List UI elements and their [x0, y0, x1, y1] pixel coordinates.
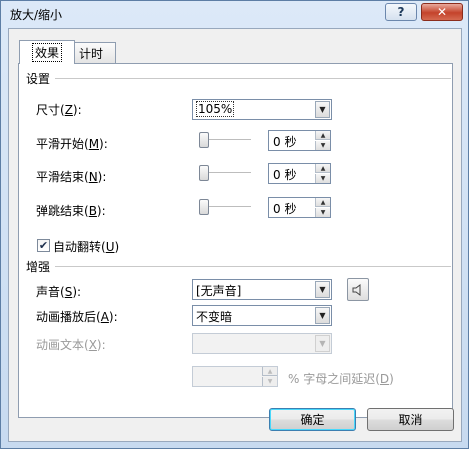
size-value: 105% — [196, 101, 235, 117]
tab-timing-label: 计时 — [79, 47, 104, 61]
after-animation-combo[interactable]: 不变暗 ▼ — [192, 305, 332, 326]
spin-up-icon[interactable]: ▲ — [315, 131, 330, 140]
slider-thumb[interactable] — [199, 132, 209, 148]
ok-button[interactable]: 确定 — [269, 408, 356, 431]
slider-thumb[interactable] — [199, 199, 209, 215]
spin-down-icon[interactable]: ▼ — [262, 377, 277, 386]
smooth-start-spinner[interactable]: 0 秒 ▲ ▼ — [268, 130, 331, 151]
dialog-client-area: 效果 计时 设置 尺寸(Z): 105% ▼ 平滑开始(M): 0 秒 ▲ ▼ … — [8, 28, 462, 442]
chevron-down-icon[interactable]: ▼ — [315, 335, 330, 352]
sound-combo[interactable]: [无声音] ▼ — [192, 279, 332, 300]
after-animation-value: 不变暗 — [196, 310, 233, 324]
help-button[interactable]: ? — [385, 3, 417, 21]
spin-up-icon[interactable]: ▲ — [315, 198, 330, 207]
animate-text-combo[interactable]: ▼ — [192, 333, 332, 354]
title-bar[interactable]: 放大/缩小 ? ✕ — [1, 1, 468, 27]
after-animation-label: 动画播放后(A): — [36, 310, 118, 324]
chevron-down-icon[interactable]: ▼ — [315, 101, 330, 118]
speaker-icon — [352, 283, 361, 296]
letter-delay-label: % 字母之间延迟(D) — [288, 372, 394, 386]
bounce-end-value: 0 秒 — [273, 202, 297, 216]
smooth-start-slider[interactable] — [199, 130, 251, 150]
sound-value: [无声音] — [196, 284, 242, 298]
spin-up-icon[interactable]: ▲ — [262, 367, 277, 376]
bounce-end-spinner[interactable]: 0 秒 ▲ ▼ — [268, 197, 331, 218]
cancel-button[interactable]: 取消 — [367, 408, 454, 431]
sound-label: 声音(S): — [36, 285, 82, 299]
smooth-start-label: 平滑开始(M): — [36, 137, 108, 151]
bounce-end-slider[interactable] — [199, 197, 251, 217]
auto-reverse-label[interactable]: 自动翻转(U) — [53, 238, 119, 255]
smooth-end-value: 0 秒 — [273, 168, 297, 182]
spin-up-icon[interactable]: ▲ — [315, 164, 330, 173]
smooth-end-label: 平滑结束(N): — [36, 170, 107, 184]
checkmark-icon: ✔ — [38, 239, 49, 252]
smooth-start-value: 0 秒 — [273, 135, 297, 149]
enhancements-group-label: 增强 — [26, 260, 51, 274]
tab-page-effect: 设置 尺寸(Z): 105% ▼ 平滑开始(M): 0 秒 ▲ ▼ 平滑结束(N… — [18, 63, 453, 418]
chevron-down-icon[interactable]: ▼ — [315, 307, 330, 324]
sound-volume-button[interactable] — [347, 278, 369, 301]
smooth-end-spinner[interactable]: 0 秒 ▲ ▼ — [268, 163, 331, 184]
chevron-down-icon[interactable]: ▼ — [315, 281, 330, 298]
spin-down-icon[interactable]: ▼ — [315, 174, 330, 183]
spin-down-icon[interactable]: ▼ — [315, 208, 330, 217]
smooth-end-slider[interactable] — [199, 163, 251, 183]
tab-effect[interactable]: 效果 — [19, 40, 76, 64]
slider-thumb[interactable] — [199, 165, 209, 181]
letter-delay-spinner[interactable]: ▲ ▼ — [192, 366, 278, 387]
settings-group-label: 设置 — [26, 72, 51, 86]
size-combo[interactable]: 105% ▼ — [192, 99, 332, 120]
dialog-window: 放大/缩小 ? ✕ 效果 计时 设置 尺寸(Z): 105% ▼ 平滑开始(M)… — [0, 0, 469, 449]
bounce-end-label: 弹跳结束(B): — [36, 204, 106, 218]
enhancements-group-divider — [55, 266, 451, 267]
tab-effect-label: 效果 — [32, 43, 63, 62]
spin-down-icon[interactable]: ▼ — [315, 141, 330, 150]
close-button[interactable]: ✕ — [421, 3, 463, 21]
animate-text-label: 动画文本(X): — [36, 338, 106, 352]
settings-group-divider — [55, 78, 451, 79]
size-label: 尺寸(Z): — [36, 103, 82, 117]
dialog-title: 放大/缩小 — [10, 8, 63, 22]
auto-reverse-checkbox[interactable]: ✔ — [37, 239, 50, 252]
